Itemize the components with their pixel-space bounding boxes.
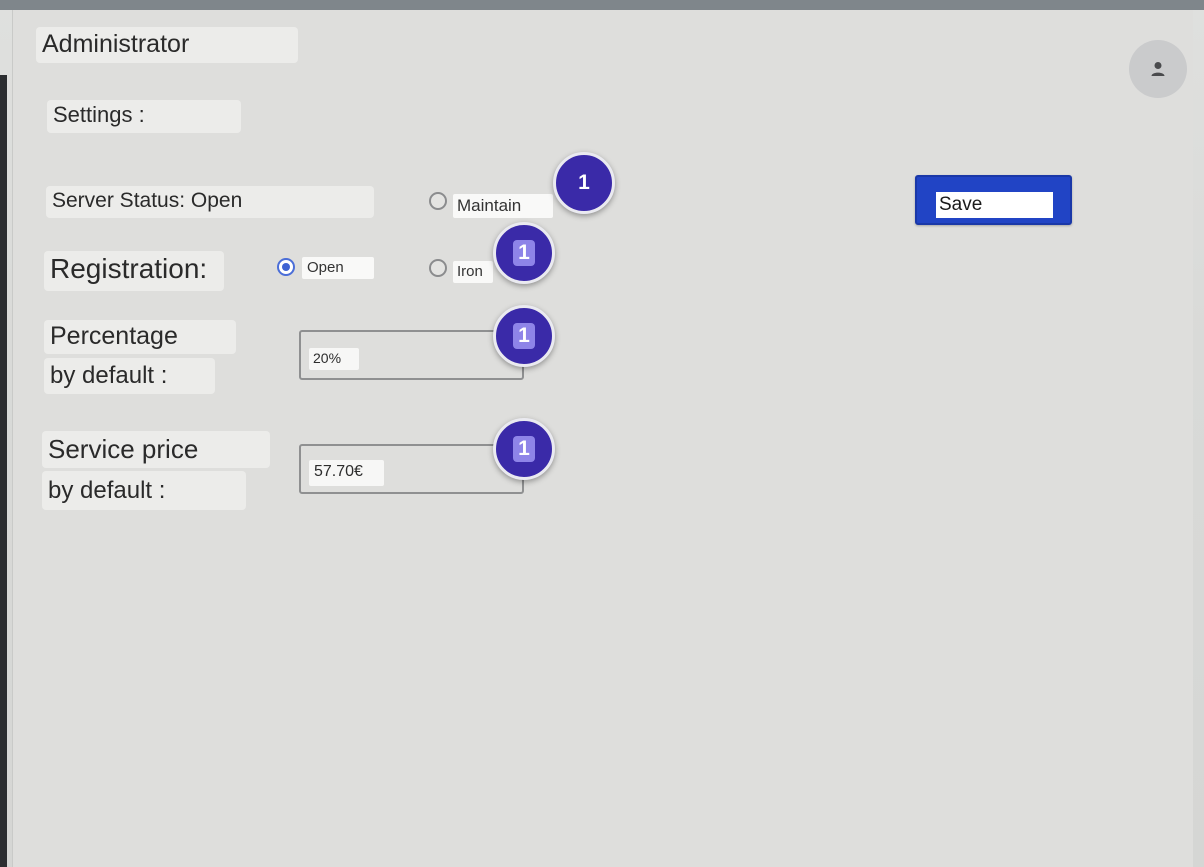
app-title: Administrator (36, 27, 298, 63)
save-button-label: Save (936, 192, 1053, 218)
server-status-label: Server Status: Open (46, 186, 374, 218)
service-price-label: Service price (42, 431, 270, 468)
settings-heading: Settings : (47, 100, 241, 133)
notification-badge: 1 (493, 222, 555, 284)
window-top-strip (0, 0, 1204, 10)
badge-count: 1 (513, 436, 535, 462)
badge-count: 1 (513, 240, 535, 266)
percentage-label-suffix: by default : (44, 358, 215, 394)
user-icon (1151, 62, 1165, 76)
badge-count: 1 (513, 323, 535, 349)
badge-count: 1 (578, 171, 590, 194)
notification-badge: 1 (493, 418, 555, 480)
registration-open-radio[interactable] (277, 258, 295, 276)
notification-badge: 1 (493, 305, 555, 367)
percentage-label: Percentage (44, 320, 236, 354)
notification-badge: 1 (553, 152, 615, 214)
user-avatar-button[interactable] (1129, 40, 1187, 98)
server-status-maintain-label[interactable]: Maintain (453, 194, 553, 218)
service-price-input-value[interactable]: 57.70€ (309, 460, 384, 486)
registration-iron-label[interactable]: Iron (453, 261, 493, 283)
percentage-input-value[interactable]: 20% (309, 348, 359, 370)
registration-iron-radio[interactable] (429, 259, 447, 277)
registration-open-label[interactable]: Open (302, 257, 374, 279)
registration-label: Registration: (44, 251, 224, 291)
service-price-label-suffix: by default : (42, 471, 246, 510)
left-edge-bar (0, 75, 7, 867)
server-status-maintain-radio[interactable] (429, 192, 447, 210)
save-button[interactable]: Save (915, 175, 1072, 225)
